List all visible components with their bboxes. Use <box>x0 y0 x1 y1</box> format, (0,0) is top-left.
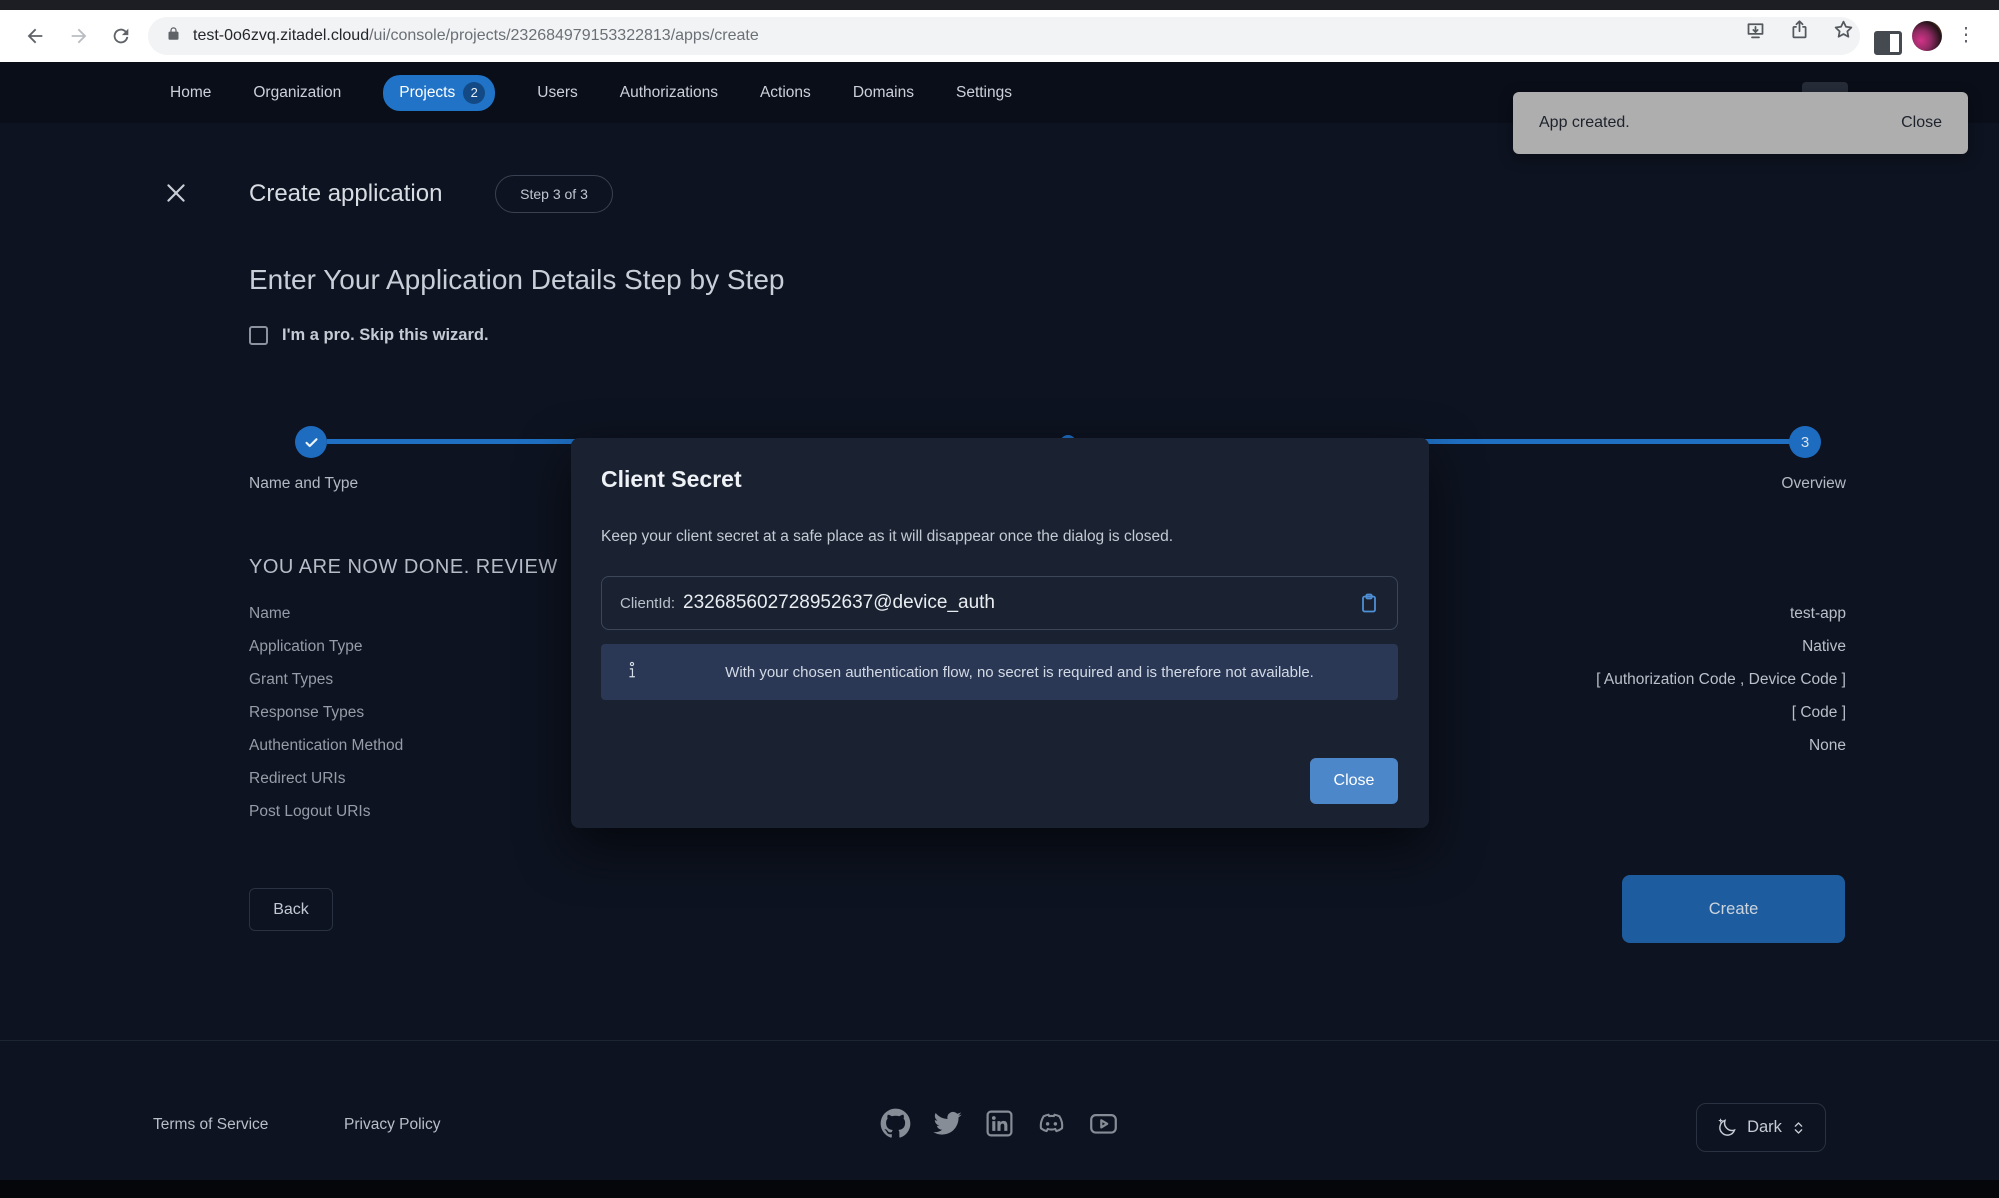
review-value: [ Code ] <box>1792 704 1846 722</box>
stepper-step1-check-icon[interactable] <box>295 426 327 458</box>
theme-value: Dark <box>1747 1118 1782 1137</box>
back-icon[interactable] <box>22 23 48 49</box>
nav-home[interactable]: Home <box>170 84 211 102</box>
stepper-step3-label: Overview <box>1781 475 1846 493</box>
install-app-icon[interactable] <box>1742 16 1768 42</box>
browser-tab-strip <box>0 0 1999 10</box>
skip-wizard-row: I'm a pro. Skip this wizard. <box>249 326 489 345</box>
review-label: Authentication Method <box>249 737 403 755</box>
dialog-close-button[interactable]: Close <box>1310 758 1398 804</box>
review-label: Response Types <box>249 704 364 722</box>
github-icon[interactable] <box>880 1108 911 1139</box>
browser-avatar[interactable] <box>1912 21 1942 51</box>
stepper-step3-circle[interactable]: 3 <box>1789 426 1821 458</box>
url-path: /ui/console/projects/232684979153322813/… <box>369 27 759 44</box>
review-label: Grant Types <box>249 671 333 689</box>
review-value: None <box>1809 737 1846 755</box>
nav-organization[interactable]: Organization <box>253 84 341 102</box>
linkedin-icon[interactable] <box>984 1108 1015 1139</box>
reload-icon[interactable] <box>108 23 134 49</box>
social-links <box>880 1108 1120 1139</box>
projects-count-badge: 2 <box>463 82 485 104</box>
wizard-heading: Enter Your Application Details Step by S… <box>249 264 784 296</box>
step-indicator-badge: Step 3 of 3 <box>495 175 613 213</box>
nav-authorizations[interactable]: Authorizations <box>620 84 718 102</box>
review-label: Post Logout URIs <box>249 803 370 821</box>
bottom-strip <box>0 1180 1999 1198</box>
share-icon[interactable] <box>1786 16 1812 42</box>
stepper-step1-label: Name and Type <box>249 475 358 493</box>
client-id-label: ClientId: <box>620 595 675 612</box>
nav-projects[interactable]: Projects 2 <box>383 75 495 111</box>
info-icon <box>623 659 641 686</box>
privacy-policy-link[interactable]: Privacy Policy <box>344 1116 440 1134</box>
nav-domains[interactable]: Domains <box>853 84 914 102</box>
twitter-icon[interactable] <box>932 1108 963 1139</box>
console-page: Home Organization Projects 2 Users Autho… <box>0 62 1999 1180</box>
browser-toolbar: test-0o6zvq.zitadel.cloud/ui/console/pro… <box>0 10 1999 62</box>
nav-projects-label: Projects <box>399 84 455 102</box>
review-label: Application Type <box>249 638 362 656</box>
address-bar[interactable]: test-0o6zvq.zitadel.cloud/ui/console/pro… <box>148 17 1860 55</box>
chevron-updown-icon <box>1791 1119 1806 1137</box>
browser-menu-icon[interactable]: ⋮ <box>1956 22 1976 50</box>
back-button[interactable]: Back <box>249 888 333 931</box>
sidebar-toggle-icon[interactable] <box>1874 31 1902 55</box>
client-id-field[interactable]: ClientId: 232685602728952637@device_auth <box>601 576 1398 630</box>
review-value: test-app <box>1790 605 1846 623</box>
nav-actions[interactable]: Actions <box>760 84 811 102</box>
bookmark-star-icon[interactable] <box>1830 16 1856 42</box>
screen: test-0o6zvq.zitadel.cloud/ui/console/pro… <box>0 0 1999 1198</box>
lock-icon <box>166 25 181 47</box>
client-secret-dialog: Client Secret Keep your client secret at… <box>571 438 1429 828</box>
client-id-value: 232685602728952637@device_auth <box>683 592 995 614</box>
footer-divider <box>0 1040 1999 1041</box>
info-message: With your chosen authentication flow, no… <box>711 664 1328 681</box>
skip-wizard-label: I'm a pro. Skip this wizard. <box>282 326 489 345</box>
forward-icon[interactable] <box>66 23 92 49</box>
review-value: [ Authorization Code , Device Code ] <box>1596 671 1846 689</box>
review-label: Redirect URIs <box>249 770 345 788</box>
theme-selector[interactable]: Dark <box>1696 1103 1826 1152</box>
discord-icon[interactable] <box>1036 1108 1067 1139</box>
page-title: Create application <box>249 180 442 208</box>
dialog-title: Client Secret <box>601 466 742 493</box>
info-banner: With your chosen authentication flow, no… <box>601 644 1398 700</box>
dialog-description: Keep your client secret at a safe place … <box>601 528 1173 546</box>
url-domain: test-0o6zvq.zitadel.cloud <box>193 27 369 44</box>
nav-users[interactable]: Users <box>537 84 577 102</box>
copy-icon[interactable] <box>1357 591 1383 617</box>
terms-of-service-link[interactable]: Terms of Service <box>153 1116 268 1134</box>
nav-settings[interactable]: Settings <box>956 84 1012 102</box>
skip-wizard-checkbox[interactable] <box>249 326 268 345</box>
toast-close-button[interactable]: Close <box>1901 114 1942 132</box>
review-heading: YOU ARE NOW DONE. REVIEW <box>249 556 558 579</box>
review-value: Native <box>1802 638 1846 656</box>
youtube-icon[interactable] <box>1088 1108 1119 1139</box>
moon-icon <box>1716 1117 1738 1139</box>
wizard-close-icon[interactable] <box>163 180 193 210</box>
review-label: Name <box>249 605 290 623</box>
toast-message: App created. <box>1539 114 1630 132</box>
url-text: test-0o6zvq.zitadel.cloud/ui/console/pro… <box>193 27 759 45</box>
create-button[interactable]: Create <box>1622 875 1845 943</box>
toast-notification: App created. Close <box>1513 92 1968 154</box>
